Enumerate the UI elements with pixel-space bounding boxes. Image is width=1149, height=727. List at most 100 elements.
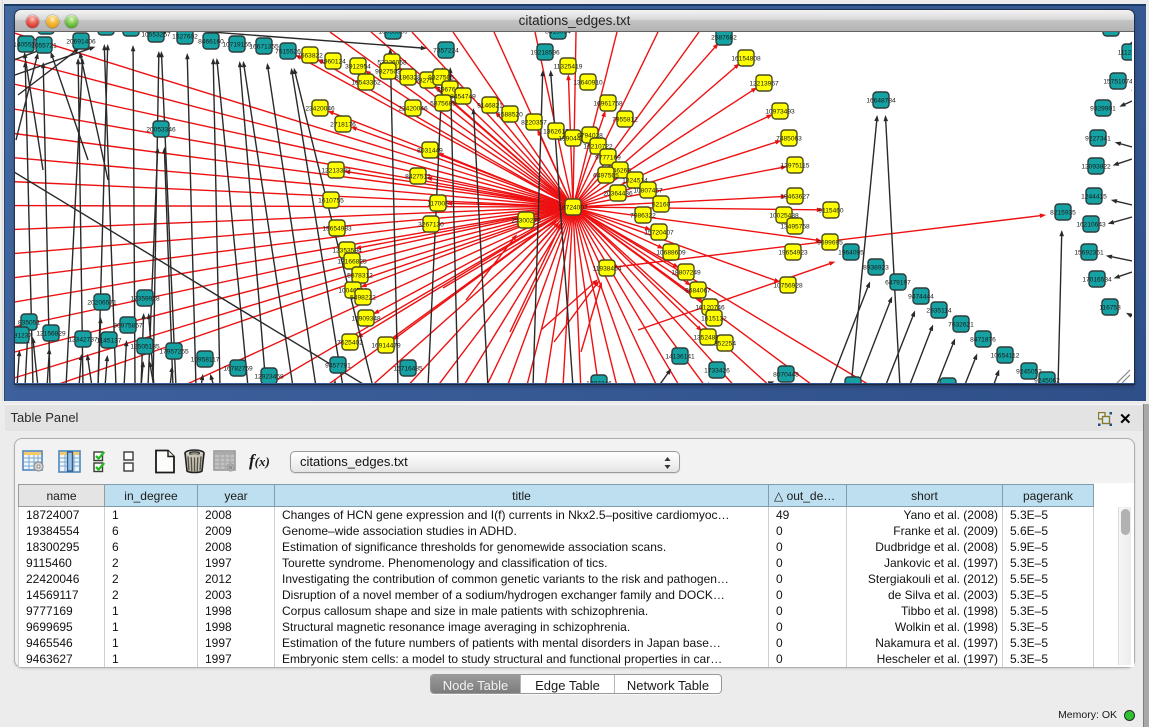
svg-text:16909348: 16909348 xyxy=(351,315,381,322)
svg-text:8466160: 8466160 xyxy=(198,38,224,45)
svg-text:1588520: 1588520 xyxy=(497,111,523,118)
svg-text:1610755: 1610755 xyxy=(318,197,344,204)
svg-text:9245052: 9245052 xyxy=(1016,368,1042,375)
svg-text:13640910: 13640910 xyxy=(573,79,603,86)
svg-text:14136141: 14136141 xyxy=(665,353,695,360)
svg-text:1615132: 1615132 xyxy=(701,315,727,322)
svg-text:17957255: 17957255 xyxy=(159,348,189,355)
svg-text:1964095: 1964095 xyxy=(838,249,864,256)
svg-text:252254: 252254 xyxy=(714,340,736,347)
svg-text:20691406: 20691406 xyxy=(66,38,96,45)
svg-text:10807457: 10807457 xyxy=(633,187,663,194)
svg-text:18724007: 18724007 xyxy=(558,204,588,211)
svg-text:1733426: 1733426 xyxy=(704,367,730,374)
svg-text:835051: 835051 xyxy=(18,319,40,326)
svg-text:16961758: 16961758 xyxy=(593,100,623,107)
svg-text:10958117: 10958117 xyxy=(191,356,220,363)
svg-text:9245062: 9245062 xyxy=(1034,377,1060,383)
svg-text:20206571: 20206571 xyxy=(87,299,117,306)
svg-text:7986322: 7986322 xyxy=(630,212,656,219)
svg-text:19218596: 19218596 xyxy=(530,49,560,56)
svg-text:10654112: 10654112 xyxy=(991,352,1020,359)
svg-text:9329901: 9329901 xyxy=(1090,105,1116,112)
svg-text:9457791: 9457791 xyxy=(325,362,351,369)
svg-text:20053346: 20053346 xyxy=(146,126,176,133)
svg-text:10719155: 10719155 xyxy=(222,41,252,48)
svg-text:11938454: 11938454 xyxy=(593,265,622,272)
svg-text:13495758: 13495758 xyxy=(780,223,810,230)
svg-text:1527602: 1527602 xyxy=(172,33,198,40)
svg-text:12342737: 12342737 xyxy=(68,336,98,343)
svg-text:1292346: 1292346 xyxy=(586,380,612,383)
svg-text:391237: 391237 xyxy=(15,332,32,339)
svg-text:15751074: 15751074 xyxy=(1103,78,1132,85)
svg-text:117006: 117006 xyxy=(427,200,449,207)
svg-text:9245062: 9245062 xyxy=(840,382,866,383)
svg-text:18807249: 18807249 xyxy=(671,269,701,276)
svg-text:8031449: 8031449 xyxy=(417,147,443,154)
svg-text:3267130: 3267130 xyxy=(418,221,444,228)
svg-text:16033809: 16033809 xyxy=(378,32,408,35)
svg-text:1145137: 1145137 xyxy=(96,337,122,344)
svg-text:25300279: 25300279 xyxy=(511,217,541,224)
svg-text:8215935: 8215935 xyxy=(1050,209,1076,216)
svg-text:10756928: 10756928 xyxy=(773,282,803,289)
svg-text:7632621: 7632621 xyxy=(948,321,974,328)
svg-text:12923468: 12923468 xyxy=(254,373,284,380)
svg-text:9474444: 9474444 xyxy=(908,293,934,300)
svg-text:10688609: 10688609 xyxy=(656,249,686,256)
svg-text:3912954: 3912954 xyxy=(345,63,371,70)
svg-text:16648784: 16648784 xyxy=(866,97,896,104)
svg-text:8938923: 8938923 xyxy=(863,264,889,271)
svg-text:8413054: 8413054 xyxy=(545,32,571,35)
svg-text:20364436: 20364436 xyxy=(603,190,633,197)
svg-text:9327505: 9327505 xyxy=(428,74,454,81)
svg-text:22420046: 22420046 xyxy=(398,105,428,112)
svg-text:11325419: 11325419 xyxy=(554,63,583,70)
svg-text:7955812: 7955812 xyxy=(612,116,638,123)
svg-text:8427512: 8427512 xyxy=(405,173,431,180)
svg-text:16154808: 16154808 xyxy=(731,55,761,62)
svg-text:8070448: 8070448 xyxy=(773,371,799,378)
svg-text:9699695: 9699695 xyxy=(817,239,843,246)
svg-text:8471876: 8471876 xyxy=(970,336,996,343)
svg-text:16914479: 16914479 xyxy=(371,342,401,349)
svg-text:12505135: 12505135 xyxy=(130,343,160,350)
svg-text:10553257: 10553257 xyxy=(141,32,171,38)
svg-text:12213967: 12213967 xyxy=(749,80,779,87)
svg-text:3960124: 3960124 xyxy=(320,58,346,65)
svg-text:16782759: 16782759 xyxy=(223,365,253,372)
svg-text:8220357: 8220357 xyxy=(521,119,547,126)
svg-text:16543362: 16543362 xyxy=(351,79,381,86)
svg-text:1112861: 1112861 xyxy=(1118,49,1132,56)
svg-text:7625402: 7625402 xyxy=(337,339,363,346)
svg-text:15720407: 15720407 xyxy=(644,229,674,236)
svg-text:9115460: 9115460 xyxy=(818,207,844,214)
svg-text:30975857: 30975857 xyxy=(113,322,143,329)
svg-text:116753: 116753 xyxy=(1099,304,1121,311)
svg-text:15692351: 15692351 xyxy=(1074,249,1104,256)
svg-text:19654983: 19654983 xyxy=(322,225,352,232)
svg-text:2587682: 2587682 xyxy=(711,34,737,41)
svg-text:13975115: 13975115 xyxy=(781,162,810,169)
svg-text:23420046: 23420046 xyxy=(305,105,335,112)
svg-text:7357224: 7357224 xyxy=(433,47,459,54)
svg-text:15716485: 15716485 xyxy=(393,365,423,372)
svg-text:19654923: 19654923 xyxy=(778,249,808,256)
svg-text:9777169: 9777169 xyxy=(595,154,621,161)
svg-text:9146821: 9146821 xyxy=(477,102,503,109)
svg-text:1244415: 1244415 xyxy=(1081,193,1107,200)
svg-text:6479197: 6479197 xyxy=(885,279,911,286)
svg-text:17016534: 17016534 xyxy=(1082,276,1112,283)
svg-text:8454749: 8454749 xyxy=(450,93,476,100)
svg-text:17359928: 17359928 xyxy=(130,295,160,302)
svg-text:9684067: 9684067 xyxy=(685,287,711,294)
svg-text:2055721: 2055721 xyxy=(31,42,57,49)
svg-text:9227341: 9227341 xyxy=(1085,135,1111,142)
svg-text:7485063: 7485063 xyxy=(776,135,802,142)
svg-text:2718176: 2718176 xyxy=(330,121,356,128)
svg-text:19463627: 19463627 xyxy=(780,193,810,200)
svg-text:19166825: 19166825 xyxy=(337,258,367,265)
svg-text:5498222: 5498222 xyxy=(350,294,376,301)
svg-text:5878312: 5878312 xyxy=(347,272,373,279)
